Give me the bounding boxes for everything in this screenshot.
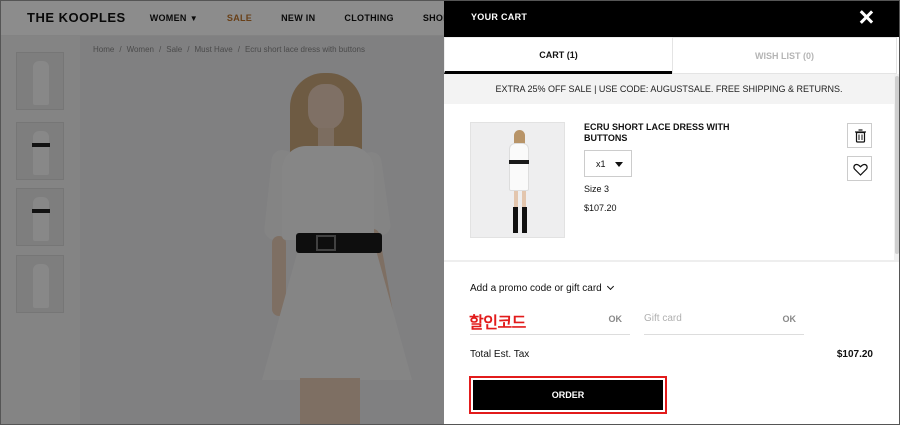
cart-drawer: YOUR CART CART (1) WISH LIST (0) EXTRA 2… (444, 0, 900, 425)
cart-item-image[interactable] (470, 122, 565, 238)
image-model-boot (522, 207, 527, 233)
quantity-value: x1 (596, 158, 606, 169)
close-icon[interactable] (857, 9, 875, 27)
trash-icon (855, 129, 866, 143)
image-model-leg (514, 191, 518, 208)
total-label: Total Est. Tax (470, 349, 530, 360)
chevron-down-icon (606, 282, 614, 291)
remove-item-button[interactable] (847, 123, 872, 148)
gift-card-apply-button[interactable]: OK (783, 314, 797, 324)
heart-icon (853, 163, 868, 176)
cart-item-name[interactable]: ECRU SHORT LACE DRESS WITH BUTTONS (584, 122, 744, 144)
gift-card-input[interactable] (644, 313, 764, 324)
image-model-boot (513, 207, 518, 233)
order-button[interactable]: ORDER (473, 380, 663, 410)
cart-item-price: $107.20 (584, 203, 617, 213)
image-model-belt (509, 160, 529, 164)
cart-title: YOUR CART (471, 12, 528, 22)
gift-card-field: OK (644, 305, 804, 335)
tab-cart[interactable]: CART (1) (444, 37, 672, 74)
annotation-label: 할인코드 (469, 313, 526, 332)
scrollbar-thumb[interactable] (895, 76, 899, 254)
image-model-leg (522, 191, 526, 208)
promo-apply-button[interactable]: OK (609, 314, 623, 324)
add-to-wishlist-button[interactable] (847, 156, 872, 181)
promo-banner: EXTRA 25% OFF SALE | USE CODE: AUGUSTSAL… (444, 74, 894, 104)
cart-header: YOUR CART (444, 0, 900, 37)
tab-wish-list[interactable]: WISH LIST (0) (672, 37, 897, 74)
promo-code-toggle-label: Add a promo code or gift card (470, 283, 602, 294)
promo-code-toggle[interactable]: Add a promo code or gift card (470, 282, 614, 294)
section-divider (444, 260, 900, 262)
quantity-select[interactable]: x1 (584, 150, 632, 177)
cart-tabs: CART (1) WISH LIST (0) (444, 37, 900, 74)
caret-down-icon (615, 162, 623, 167)
image-model-dress (509, 143, 529, 191)
total-value: $107.20 (836, 349, 873, 360)
cart-item-size: Size 3 (584, 184, 610, 194)
